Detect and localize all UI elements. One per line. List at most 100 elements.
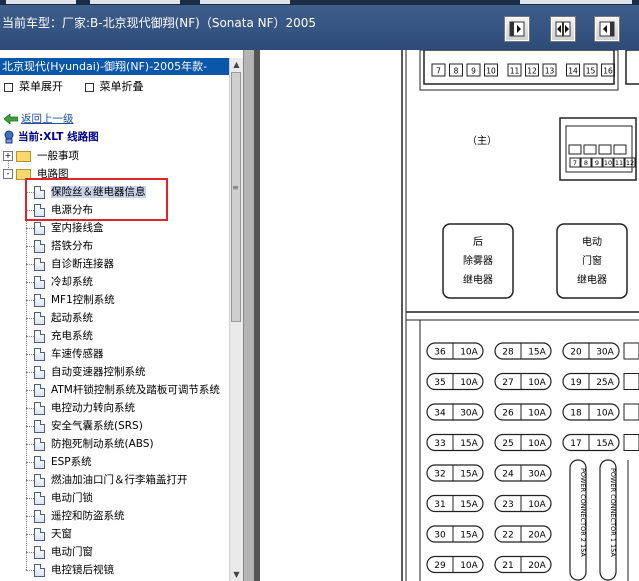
tree-item[interactable]: 车速传感器 xyxy=(34,345,104,363)
main-label: （主） xyxy=(467,135,497,147)
relay-label: 门窗 xyxy=(582,254,602,267)
relay-label: 后 xyxy=(473,236,483,248)
panel-split-icon xyxy=(555,21,571,37)
tree-item[interactable]: 充电系统 xyxy=(34,327,93,345)
vehicle-title: 当前车型：厂家:B-北京现代御翔(NF)（Sonata NF）2005 xyxy=(2,16,317,30)
tab-3[interactable] xyxy=(200,0,290,4)
tree-item[interactable]: 冷却系统 xyxy=(34,273,93,291)
tree-item[interactable]: 室内接线盒 xyxy=(34,219,104,237)
tree-item[interactable]: 电控镜后视镜 xyxy=(34,561,114,579)
tree-item[interactable]: 防抱死制动系统(ABS) xyxy=(34,435,154,453)
document-icon xyxy=(34,473,45,487)
fuse-rating: 10A xyxy=(528,500,546,510)
tree-item[interactable]: ATM杆锁控制系统及踏板可调节系统 xyxy=(34,381,220,399)
tab-2[interactable] xyxy=(90,0,180,4)
fuse-rating: 30A xyxy=(528,470,546,480)
pin-number: 15 xyxy=(586,67,596,76)
menu-expand-button[interactable]: 菜单展开 xyxy=(0,78,63,94)
sidebar-scrollbar[interactable]: ▲ ≡ ▼ xyxy=(229,58,243,581)
fuse-number: 17 xyxy=(570,439,581,449)
fuse-stub xyxy=(623,342,639,360)
pin-number: 11 xyxy=(510,67,520,76)
tree-label: 搭铁分布 xyxy=(51,240,93,252)
fuse-rating: 10A xyxy=(460,561,478,571)
pin-box xyxy=(598,144,612,155)
model-header: 北京现代(Hyundai)-御翔(NF)-2005年款- xyxy=(0,58,230,75)
tab-1[interactable] xyxy=(6,0,76,4)
tree-item[interactable]: 安全气囊系统(SRS) xyxy=(34,417,143,435)
tree-item[interactable]: 遥控和防盗系统 xyxy=(34,507,125,525)
fuse-box-drawing: 7 8 9 10 11 12 13 14 15 16（主）7 8 9 10 11 12后除雾器继电器电动门窗… xyxy=(401,50,639,581)
connector-right xyxy=(559,117,637,181)
tree-label: 室内接线盒 xyxy=(51,222,104,234)
scroll-thumb[interactable] xyxy=(231,72,241,322)
tree-item[interactable]: 起动系统 xyxy=(34,309,93,327)
fuse-rating: 15A xyxy=(460,531,478,541)
tree-item[interactable]: 燃油加油口门＆行李箱盖打开 xyxy=(34,471,188,489)
tree-item[interactable]: 自诊断连接器 xyxy=(34,255,114,273)
tab-strip xyxy=(0,0,639,5)
document-icon xyxy=(34,509,45,523)
relay-label: 除雾器 xyxy=(463,254,493,267)
pin-number: 7 xyxy=(573,159,577,167)
tree-label: 自诊断连接器 xyxy=(51,258,114,270)
fuse-number: 28 xyxy=(502,348,514,358)
tree-label: 电控动力转向系统 xyxy=(51,402,135,414)
tree-item[interactable]: MF1控制系统 xyxy=(34,291,115,309)
fuse-number: 26 xyxy=(502,409,514,419)
expand-icon[interactable]: + xyxy=(3,151,13,161)
fuse-number: 29 xyxy=(434,561,446,571)
tree-item[interactable]: 天窗 xyxy=(34,525,72,543)
tree-label: 天窗 xyxy=(51,528,72,540)
collapse-icon[interactable]: - xyxy=(3,169,13,179)
fuse-number: 36 xyxy=(434,348,446,358)
tree-label: 电控镜后视镜 xyxy=(51,564,114,576)
tree-item[interactable]: 电控动力转向系统 xyxy=(34,399,135,417)
scroll-down-icon[interactable]: ▼ xyxy=(230,568,243,581)
panel-split-button[interactable] xyxy=(550,16,576,42)
tree-item[interactable]: 电动门窗 xyxy=(34,543,93,561)
tree-folder[interactable]: + 一般事项 xyxy=(3,147,79,165)
power-connector-label: POWER CONNECTOR 2 15A xyxy=(579,468,587,557)
fuse-number: 31 xyxy=(434,500,445,510)
pin-number: 8 xyxy=(584,159,588,167)
tree-item[interactable]: 搭铁分布 xyxy=(34,237,93,255)
tree-item[interactable]: ESP系统 xyxy=(34,453,92,471)
fuse-rating: 15A xyxy=(596,439,614,449)
tree-label: 自动变速器控制系统 xyxy=(51,366,146,378)
square-icon xyxy=(84,82,94,92)
tree-label: ESP系统 xyxy=(51,456,92,468)
back-link[interactable]: 返回上一级 xyxy=(3,110,74,128)
fuse-number: 19 xyxy=(570,378,582,388)
tree-item[interactable]: 自动变速器控制系统 xyxy=(34,363,146,381)
fuse-rating: 10A xyxy=(460,348,478,358)
scroll-up-icon[interactable]: ▲ xyxy=(230,58,243,71)
tree-item[interactable]: 电动门锁 xyxy=(34,489,93,507)
document-icon xyxy=(34,347,45,361)
fuse-rating: 10A xyxy=(528,378,546,388)
tree-label: 冷却系统 xyxy=(51,276,93,288)
document-icon xyxy=(34,437,45,451)
tree-label: MF1控制系统 xyxy=(51,294,115,306)
document-icon xyxy=(34,221,45,235)
document-icon xyxy=(34,419,45,433)
tree-label: ATM杆锁控制系统及踏板可调节系统 xyxy=(51,384,220,396)
pin-number: 14 xyxy=(568,67,578,76)
panel-right-icon xyxy=(599,21,615,37)
pin-number: 10 xyxy=(604,159,612,167)
panel-right-button[interactable] xyxy=(594,16,620,42)
pin-number: 13 xyxy=(545,67,555,76)
menu-collapse-button[interactable]: 菜单折叠 xyxy=(81,78,144,94)
tree-label: 遥控和防盗系统 xyxy=(51,510,125,522)
fuse-number: 35 xyxy=(434,378,445,388)
fuse-rating: 30A xyxy=(460,409,478,419)
document-icon xyxy=(34,329,45,343)
menu-toggle-row: 菜单展开 菜单折叠 xyxy=(0,78,144,94)
tree-label: 充电系统 xyxy=(51,330,93,342)
fuse-rating: 20A xyxy=(528,531,546,541)
square-icon xyxy=(4,82,13,92)
panel-left-button[interactable] xyxy=(504,16,530,42)
document-icon xyxy=(34,545,45,559)
document-icon xyxy=(34,383,45,397)
tab-4[interactable] xyxy=(520,0,632,4)
